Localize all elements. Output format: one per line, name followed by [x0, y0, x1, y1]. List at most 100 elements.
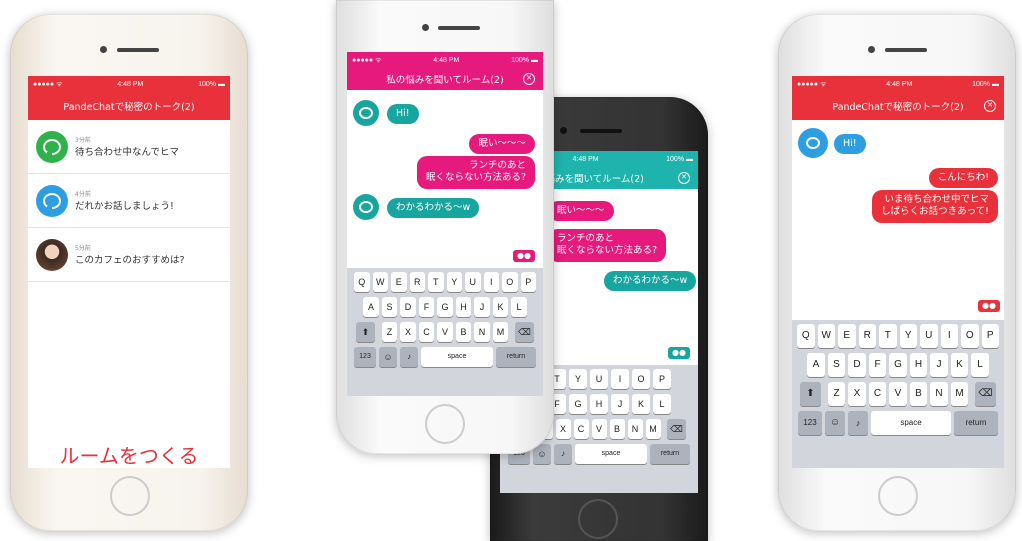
key-y[interactable]: Y [899, 324, 917, 348]
key-t[interactable]: T [428, 272, 444, 292]
key-g[interactable]: G [889, 353, 907, 377]
key-j[interactable]: J [611, 394, 629, 414]
key-o[interactable]: O [961, 324, 979, 348]
key-z[interactable]: Z [827, 382, 846, 406]
key-p[interactable]: P [653, 369, 671, 389]
create-room-button[interactable]: ルームをつくる [28, 440, 230, 468]
key-w[interactable]: W [817, 324, 835, 348]
key-i[interactable]: I [611, 369, 629, 389]
key-x[interactable]: X [848, 382, 866, 406]
key-p[interactable]: P [520, 272, 536, 292]
key-u[interactable]: U [465, 272, 481, 292]
shift-key-icon[interactable]: ⬆ [799, 382, 822, 406]
key-l[interactable]: L [971, 353, 989, 377]
key-c[interactable]: C [868, 382, 887, 406]
key-v[interactable]: V [437, 322, 453, 342]
backspace-key-icon[interactable]: ⌫ [514, 322, 535, 342]
space-key[interactable]: space [871, 411, 951, 435]
home-button[interactable] [425, 404, 465, 444]
key-u[interactable]: U [590, 369, 608, 389]
room-item[interactable]: 3分前 待ち合わせ中なんでヒマ [28, 120, 230, 174]
mic-key-icon[interactable]: ♪ [848, 411, 868, 435]
key-s[interactable]: S [381, 297, 398, 317]
key-u[interactable]: U [920, 324, 938, 348]
key-q[interactable]: Q [354, 272, 370, 292]
key-c[interactable]: C [573, 419, 589, 439]
more-options-button[interactable]: ●● [668, 347, 690, 359]
key-p[interactable]: P [981, 324, 999, 348]
key-g[interactable]: G [437, 297, 453, 317]
key-o[interactable]: O [632, 369, 650, 389]
emoji-key-icon[interactable]: ☺ [379, 347, 397, 367]
key-t[interactable]: T [879, 324, 897, 348]
mic-key-icon[interactable]: ♪ [554, 444, 572, 464]
home-button[interactable] [878, 476, 918, 516]
key-k[interactable]: K [492, 297, 509, 317]
key-m[interactable]: M [492, 322, 509, 342]
key-v[interactable]: V [889, 382, 907, 406]
key-s[interactable]: S [827, 353, 846, 377]
key-r[interactable]: R [409, 272, 425, 292]
key-j[interactable]: J [930, 353, 948, 377]
key-k[interactable]: K [632, 394, 650, 414]
key-m[interactable]: M [645, 419, 661, 439]
close-icon[interactable]: ✕ [984, 100, 996, 112]
mic-key-icon[interactable]: ♪ [400, 347, 418, 367]
key-j[interactable]: J [474, 297, 490, 317]
key-x[interactable]: X [400, 322, 416, 342]
key-f[interactable]: F [418, 297, 435, 317]
return-key[interactable]: return [650, 444, 690, 464]
key-f[interactable]: F [868, 353, 887, 377]
backspace-key-icon[interactable]: ⌫ [974, 382, 997, 406]
key-q[interactable]: Q [797, 324, 815, 348]
key-y[interactable]: Y [446, 272, 462, 292]
key-y[interactable]: Y [569, 369, 587, 389]
key-h[interactable]: H [455, 297, 472, 317]
room-item[interactable]: 5分前 このカフェのおすすめは? [28, 228, 230, 282]
key-x[interactable]: X [555, 419, 571, 439]
key-l[interactable]: L [653, 394, 671, 414]
key-e[interactable]: E [838, 324, 856, 348]
key-l[interactable]: L [511, 297, 527, 317]
emoji-key-icon[interactable]: ☺ [825, 411, 845, 435]
close-icon[interactable]: ✕ [523, 73, 535, 85]
key-i[interactable]: I [483, 272, 499, 292]
backspace-key-icon[interactable]: ⌫ [667, 419, 686, 439]
key-v[interactable]: V [591, 419, 607, 439]
key-k[interactable]: K [950, 353, 969, 377]
key-n[interactable]: N [930, 382, 948, 406]
return-key[interactable]: return [496, 347, 536, 367]
key-z[interactable]: Z [381, 322, 398, 342]
key-h[interactable]: H [909, 353, 928, 377]
more-options-button[interactable]: ●● [513, 250, 535, 262]
space-key[interactable]: space [421, 347, 493, 367]
key-a[interactable]: A [807, 353, 825, 377]
home-button[interactable] [110, 476, 150, 516]
space-key[interactable]: space [575, 444, 647, 464]
shift-key-icon[interactable]: ⬆ [355, 322, 376, 342]
close-icon[interactable]: ✕ [678, 172, 690, 184]
key-b[interactable]: B [609, 419, 625, 439]
home-button[interactable] [578, 499, 618, 539]
return-key[interactable]: return [954, 411, 998, 435]
key-n[interactable]: N [474, 322, 490, 342]
key-b[interactable]: B [455, 322, 472, 342]
more-options-button[interactable]: ●● [978, 300, 1000, 312]
key-e[interactable]: E [391, 272, 407, 292]
key-c[interactable]: C [418, 322, 435, 342]
key-i[interactable]: I [940, 324, 958, 348]
key-h[interactable]: H [590, 394, 608, 414]
key-o[interactable]: O [502, 272, 518, 292]
key-g[interactable]: G [569, 394, 587, 414]
key-m[interactable]: M [950, 382, 969, 406]
key-a[interactable]: A [363, 297, 379, 317]
numbers-key[interactable]: 123 [798, 411, 822, 435]
room-item[interactable]: 4分前 だれかお話しましょう! [28, 174, 230, 228]
key-d[interactable]: D [400, 297, 416, 317]
key-w[interactable]: W [372, 272, 388, 292]
numbers-key[interactable]: 123 [354, 347, 376, 367]
key-b[interactable]: B [909, 382, 928, 406]
key-d[interactable]: D [848, 353, 866, 377]
key-n[interactable]: N [627, 419, 643, 439]
key-r[interactable]: R [858, 324, 876, 348]
